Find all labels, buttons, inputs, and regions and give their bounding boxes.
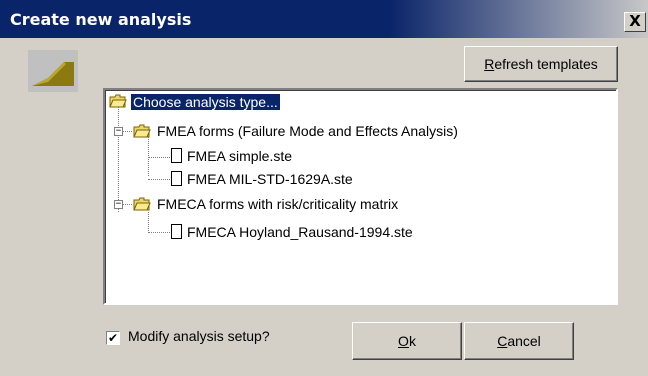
modify-setup-checkbox[interactable]: ✔ — [106, 331, 120, 345]
checkmark-icon: ✔ — [107, 331, 119, 345]
tree-item-fmea-mil-std[interactable]: FMEA MIL-STD-1629A.ste — [187, 169, 353, 189]
window-title: Create new analysis — [10, 10, 192, 29]
close-icon: X — [629, 12, 641, 30]
title-bar[interactable]: Create new analysis X — [0, 0, 648, 38]
folder-open-icon — [109, 94, 127, 108]
tree-group-fmea[interactable]: FMEA forms (Failure Mode and Effects Ana… — [157, 121, 458, 141]
tree-connector — [148, 179, 170, 180]
app-logo-icon — [28, 50, 78, 92]
document-icon — [171, 148, 182, 163]
tree-connector — [118, 107, 119, 212]
document-icon — [171, 171, 182, 186]
analysis-type-tree[interactable]: Choose analysis type... − FMEA forms (Fa… — [103, 88, 618, 305]
refresh-templates-button[interactable]: Refresh templates — [464, 46, 618, 82]
collapse-icon[interactable]: − — [114, 127, 123, 136]
tree-connector — [122, 131, 132, 132]
modify-setup-label[interactable]: Modify analysis setup? — [128, 328, 270, 344]
document-icon — [171, 224, 182, 239]
tree-connector — [122, 204, 132, 205]
tree-connector — [148, 157, 170, 158]
tree-connector — [148, 134, 149, 176]
tree-connector — [148, 232, 170, 233]
tree-item-fmea-simple[interactable]: FMEA simple.ste — [187, 146, 292, 166]
tree-item-fmeca-hoyland[interactable]: FMECA Hoyland_Rausand-1994.ste — [187, 222, 413, 242]
folder-open-icon — [133, 124, 151, 138]
tree-connector — [148, 212, 149, 233]
collapse-icon[interactable]: − — [114, 200, 123, 209]
close-button[interactable]: X — [624, 12, 646, 32]
ok-button[interactable]: Ok — [352, 322, 462, 360]
tree-group-fmeca[interactable]: FMECA forms with risk/criticality matrix — [157, 194, 398, 214]
folder-open-icon — [133, 197, 151, 211]
tree-root-item[interactable]: Choose analysis type... — [130, 92, 281, 112]
cancel-button[interactable]: Cancel — [464, 322, 574, 360]
